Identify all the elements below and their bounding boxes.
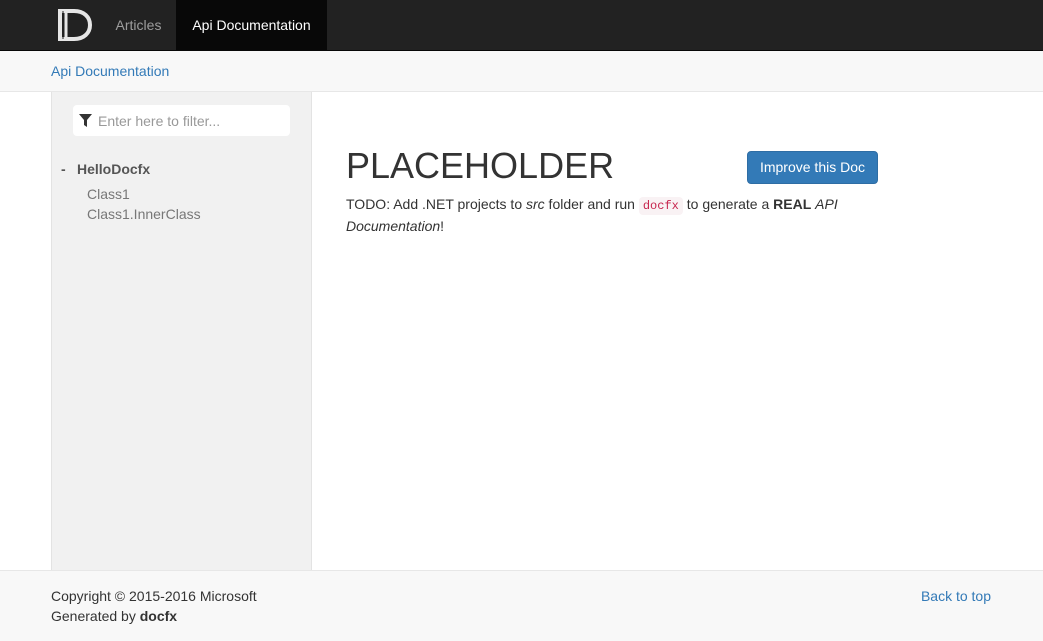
para-text: to generate a	[682, 196, 774, 212]
back-to-top-link[interactable]: Back to top	[921, 588, 991, 604]
toc-item-label[interactable]: HelloDocfx	[77, 161, 150, 177]
copyright-text: Copyright © 2015-2016 Microsoft	[51, 588, 257, 604]
generated-name: docfx	[139, 608, 178, 624]
toc-expand-toggle[interactable]: -	[61, 161, 77, 177]
footer: Copyright © 2015-2016 Microsoft Generate…	[0, 570, 1043, 641]
toc-item-class1[interactable]: Class1	[87, 186, 130, 202]
para-text: folder and run	[544, 196, 639, 212]
page-title: PLACEHOLDER	[346, 145, 615, 186]
toc-item-class1-innerclass[interactable]: Class1.InnerClass	[87, 206, 201, 222]
generated-by: Generated by docfx	[51, 608, 177, 624]
para-text: TODO: Add .NET projects to	[346, 196, 526, 212]
generated-prefix: Generated by	[51, 608, 140, 624]
inline-code: docfx	[638, 197, 683, 215]
docfx-logo-icon[interactable]	[57, 8, 93, 42]
improve-doc-button[interactable]: Improve this Doc	[747, 151, 878, 184]
sidebar: -HelloDocfx Class1 Class1.InnerClass	[51, 92, 312, 570]
nav-api-documentation[interactable]: Api Documentation	[176, 0, 327, 50]
para-strong: REAL	[773, 196, 812, 212]
toc-item-hellodocfx[interactable]: - HelloDocfx	[61, 161, 150, 177]
para-src: src	[526, 196, 545, 212]
para-text: !	[440, 218, 445, 234]
filter-input[interactable]	[98, 105, 284, 136]
breadcrumb[interactable]: Api Documentation	[51, 63, 169, 79]
top-navbar: Articles Api Documentation	[0, 0, 1043, 51]
main-paragraph: TODO: Add .NET projects to src folder an…	[346, 194, 866, 236]
subnav: Api Documentation	[0, 51, 1043, 92]
filter-icon	[79, 114, 92, 127]
filter-box	[73, 105, 290, 136]
nav-articles[interactable]: Articles	[101, 0, 176, 50]
